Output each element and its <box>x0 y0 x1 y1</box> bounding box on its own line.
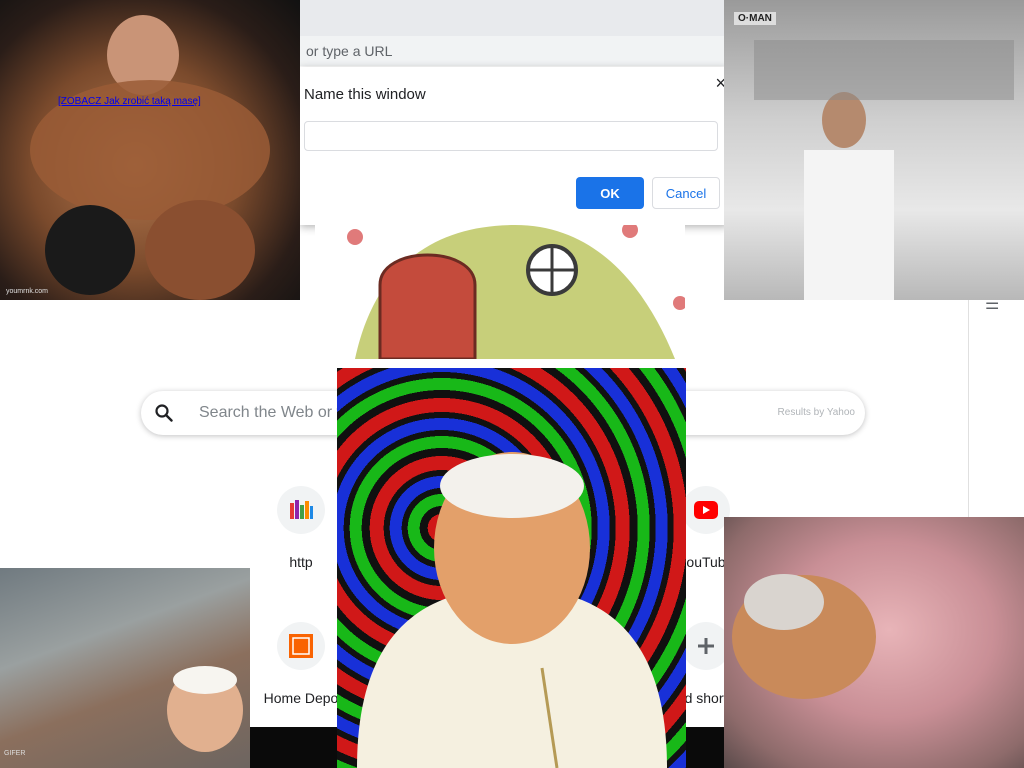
fairy-house-icon <box>347 225 685 359</box>
youtube-icon <box>694 501 718 519</box>
dialog-title: Name this window <box>304 86 426 103</box>
blurry-gif-image: GIFER <box>0 568 250 768</box>
bodybuilder-image: [ZOBACZ Jak zrobić taką masę] youmrnk.co… <box>0 0 300 300</box>
search-icon <box>155 404 173 422</box>
pope-head-icon <box>167 666 243 752</box>
results-by-text: Results by Yahoo <box>777 407 855 418</box>
dark-background-strip <box>686 727 724 768</box>
shortcut-homedepot-tile <box>277 622 325 670</box>
pink-blurry-image <box>724 517 1024 768</box>
watermark-text: youmrnk.com <box>6 288 49 295</box>
plus-icon <box>698 638 714 654</box>
dark-background-strip <box>250 727 337 768</box>
ok-button[interactable]: OK <box>576 177 644 209</box>
pope-psychedelic-image <box>337 368 686 768</box>
watermark-text: GIFER <box>4 750 26 757</box>
window-name-input[interactable] <box>304 121 718 151</box>
butcher-image: O·MAN <box>724 0 1024 300</box>
homedepot-icon <box>289 634 313 658</box>
fairy-house-image <box>315 225 685 359</box>
butcher-figure-icon <box>754 40 1014 300</box>
bodybuilder-figure-icon <box>30 15 270 300</box>
pope-figure-icon <box>357 452 667 768</box>
shortcut-youtube-tile <box>682 486 730 534</box>
shortcut-http-tile <box>277 486 325 534</box>
search-input[interactable]: Search the Web or t <box>199 404 341 422</box>
site-favicon-icon <box>290 500 313 519</box>
address-bar[interactable]: or type a URL <box>290 36 746 66</box>
overlay-link[interactable]: [ZOBACZ Jak zrobić taką masę] <box>58 96 201 107</box>
add-shortcut-tile <box>682 622 730 670</box>
name-window-dialog: Name this window × OK Cancel <box>300 67 728 225</box>
tv-logo: O·MAN <box>734 12 776 25</box>
divider <box>968 300 969 518</box>
cancel-button[interactable]: Cancel <box>652 177 720 209</box>
face-figure-icon <box>732 574 876 699</box>
